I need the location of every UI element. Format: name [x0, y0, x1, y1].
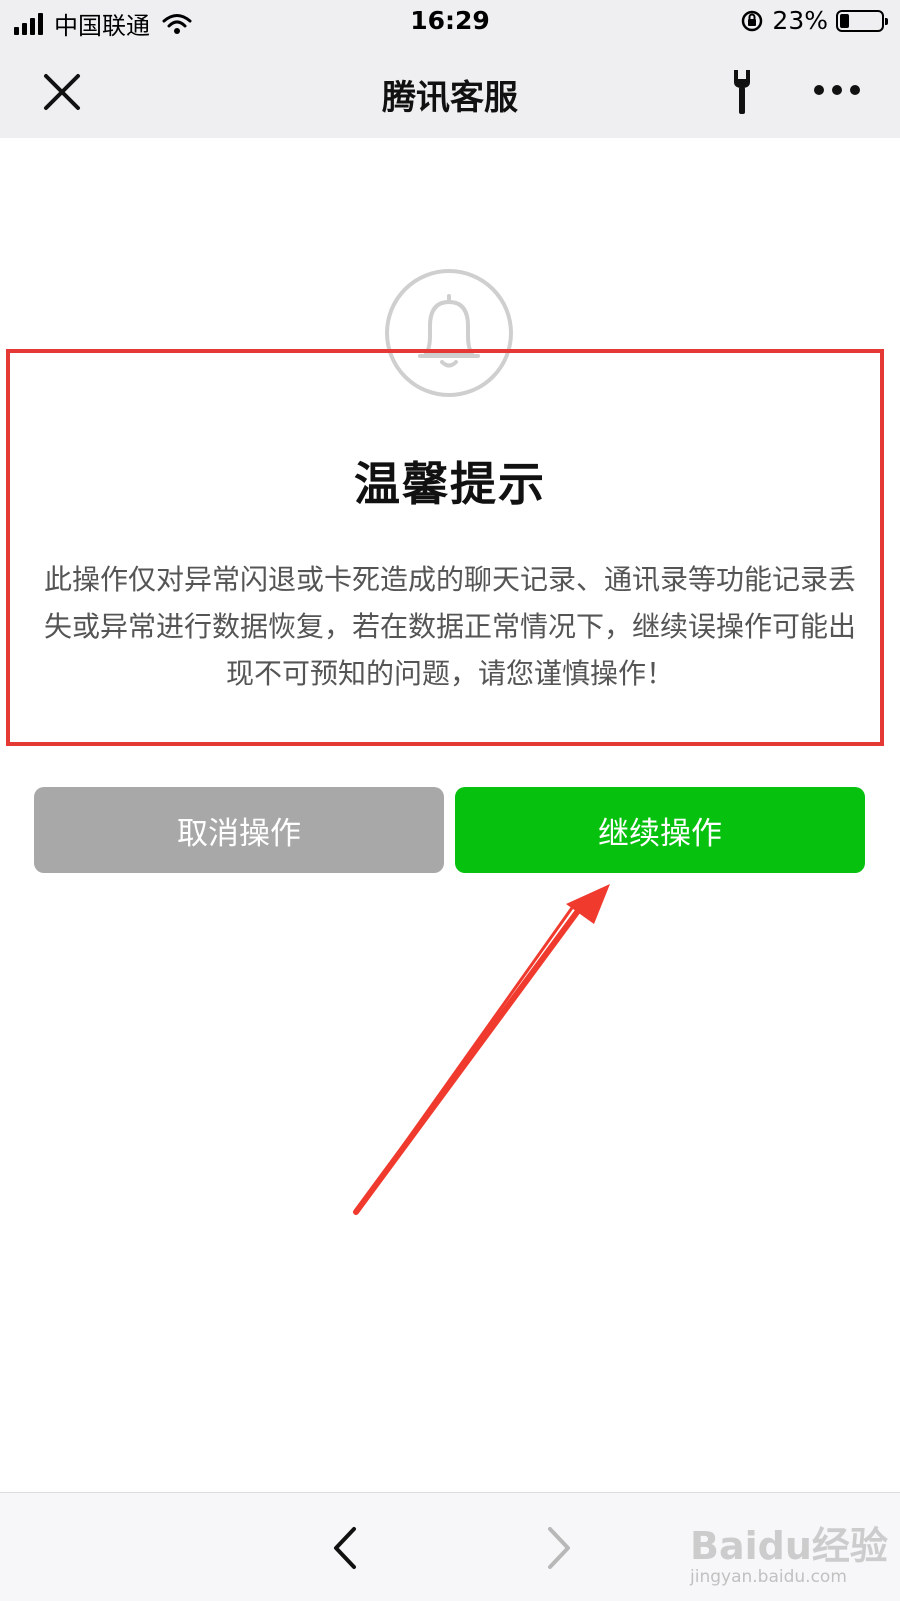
dialog-body: 此操作仅对异常闪退或卡死造成的聊天记录、通讯录等功能记录丢失或异常进行数据恢复，…: [43, 563, 856, 690]
cancel-button[interactable]: 取消操作: [34, 787, 444, 873]
page-title: 腾讯客服: [382, 78, 518, 118]
battery-percent: 23%: [772, 6, 828, 35]
status-right: 23%: [740, 6, 888, 35]
watermark-url: jingyan.baidu.com: [690, 1567, 847, 1587]
dialog-title: 温馨提示: [354, 457, 546, 511]
battery-fill: [840, 13, 849, 28]
status-bar: 中国联通 16:29 23%: [0, 0, 900, 46]
nav-bar: 腾讯客服: [0, 46, 900, 138]
baidu-watermark: Baidu经验 jingyan.baidu.com: [690, 1507, 890, 1597]
forward-chevron-icon[interactable]: [544, 1523, 576, 1573]
more-icon[interactable]: [812, 82, 862, 98]
rotation-lock-icon: [742, 10, 763, 31]
continue-button[interactable]: 继续操作: [455, 787, 865, 873]
bottom-toolbar: Baidu经验 jingyan.baidu.com: [0, 1492, 900, 1601]
back-chevron-icon[interactable]: [328, 1523, 360, 1573]
wrench-icon[interactable]: [724, 68, 760, 116]
watermark-main: Baidu经验: [690, 1524, 888, 1568]
battery-icon: [836, 9, 888, 32]
